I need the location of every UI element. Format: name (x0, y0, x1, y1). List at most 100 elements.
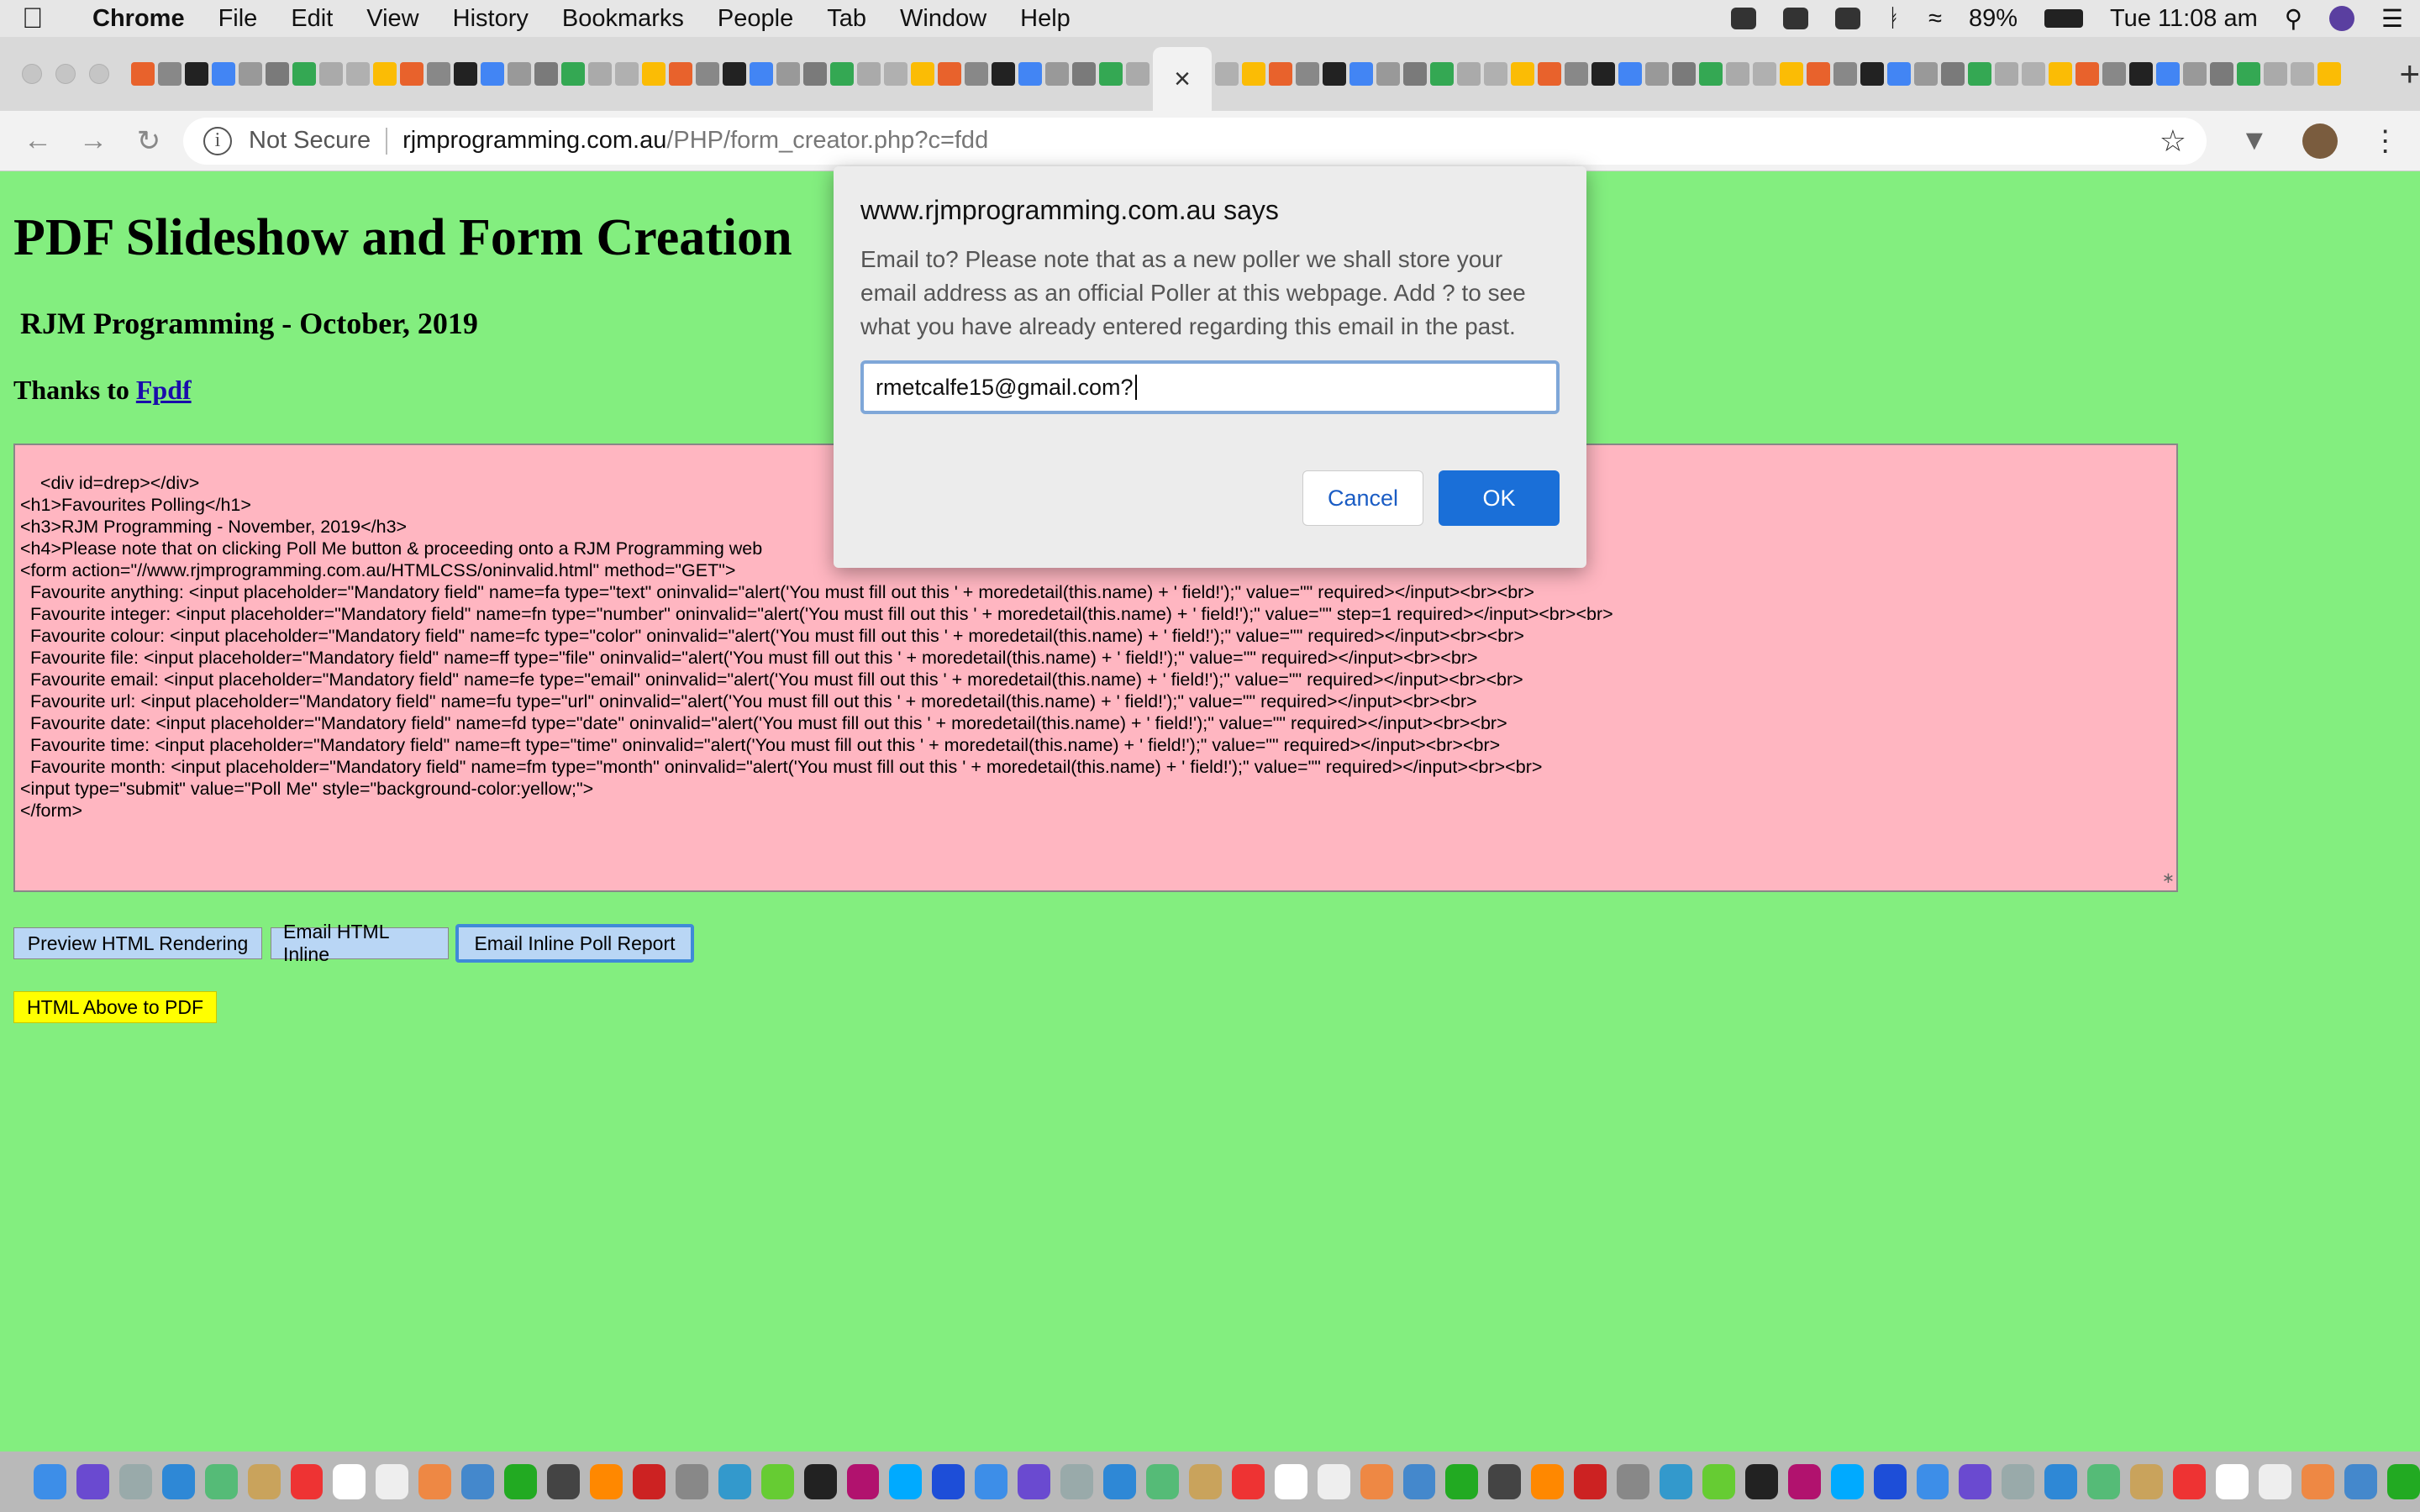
tab-favicon-icon[interactable] (750, 62, 773, 86)
menu-edit[interactable]: Edit (291, 5, 333, 33)
dock-app-icon[interactable] (2130, 1464, 2164, 1499)
tab-favicon-icon[interactable] (2237, 62, 2260, 86)
tab-favicon-icon[interactable] (2102, 62, 2126, 86)
dock-app-icon[interactable] (1402, 1464, 1436, 1499)
tab-favicon-icon[interactable] (1511, 62, 1534, 86)
tab-favicon-icon[interactable] (2210, 62, 2233, 86)
dock-app-icon[interactable] (760, 1464, 794, 1499)
tab-favicon-icon[interactable] (1215, 62, 1239, 86)
dock-app-icon[interactable] (1873, 1464, 1907, 1499)
tab-favicon-icon[interactable] (857, 62, 881, 86)
forward-icon[interactable]: → (66, 124, 121, 157)
dock-app-icon[interactable] (1787, 1464, 1821, 1499)
tab-favicon-icon[interactable] (776, 62, 800, 86)
dock-app-icon[interactable] (718, 1464, 751, 1499)
tab-favicon-icon[interactable] (1833, 62, 1857, 86)
dock-app-icon[interactable] (34, 1464, 66, 1499)
tab-favicon-icon[interactable] (158, 62, 182, 86)
menu-tab[interactable]: Tab (827, 5, 866, 33)
tab-favicon-icon[interactable] (481, 62, 504, 86)
dock-app-icon[interactable] (1360, 1464, 1393, 1499)
tab-favicon-icon[interactable] (2183, 62, 2207, 86)
address-bar[interactable]: i Not Secure rjmprogramming.com.au /PHP/… (183, 117, 2207, 165)
tab-favicon-icon[interactable] (1099, 62, 1123, 86)
tab-favicon-icon[interactable] (1376, 62, 1400, 86)
tab-favicon-icon[interactable] (1807, 62, 1830, 86)
dock-app-icon[interactable] (2044, 1464, 2078, 1499)
tab-favicon-icon[interactable] (1018, 62, 1042, 86)
dock-app-icon[interactable] (1103, 1464, 1136, 1499)
dock-app-icon[interactable] (632, 1464, 666, 1499)
dock-app-icon[interactable] (247, 1464, 281, 1499)
tab-favicon-icon[interactable] (534, 62, 558, 86)
tab-favicon-icon[interactable] (1887, 62, 1911, 86)
wifi-icon[interactable]: ≈ (1928, 5, 1942, 33)
menu-view[interactable]: View (366, 5, 418, 33)
tab-favicon-icon[interactable] (1126, 62, 1150, 86)
tab-favicon-icon[interactable] (615, 62, 639, 86)
tab-favicon-icon[interactable] (1591, 62, 1615, 86)
tab-favicon-icon[interactable] (2075, 62, 2099, 86)
tab-favicon-icon[interactable] (1538, 62, 1561, 86)
dock-app-icon[interactable] (932, 1464, 965, 1499)
siri-icon[interactable] (2329, 6, 2354, 31)
dock-app-icon[interactable] (161, 1464, 195, 1499)
tab-favicon-icon[interactable] (1726, 62, 1749, 86)
dock-app-icon[interactable] (2002, 1464, 2035, 1499)
tab-favicon-icon[interactable] (642, 62, 666, 86)
email-html-inline-button[interactable]: Email HTML Inline (271, 921, 449, 965)
dock-app-icon[interactable] (547, 1464, 580, 1499)
tab-favicon-icon[interactable] (1269, 62, 1292, 86)
dock-app-icon[interactable] (1231, 1464, 1265, 1499)
tab-favicon-icon[interactable] (508, 62, 531, 86)
dock-app-icon[interactable] (1830, 1464, 1864, 1499)
dock-app-icon[interactable] (1660, 1464, 1692, 1499)
tab-favicon-icon[interactable] (1072, 62, 1096, 86)
dock-app-icon[interactable] (376, 1464, 409, 1499)
dock-app-icon[interactable] (2386, 1464, 2420, 1499)
dock-app-icon[interactable] (1574, 1464, 1607, 1499)
tab-favicon-icon[interactable] (1914, 62, 1938, 86)
preview-html-button[interactable]: Preview HTML Rendering (13, 927, 262, 959)
tab-favicon-icon[interactable] (1995, 62, 2018, 86)
dock-app-icon[interactable] (418, 1464, 452, 1499)
tab-favicon-icon[interactable] (1618, 62, 1642, 86)
clock[interactable]: Tue 11:08 am (2110, 5, 2258, 33)
tab-favicon-icon[interactable] (212, 62, 235, 86)
tab-favicon-icon[interactable] (373, 62, 397, 86)
ok-button[interactable]: OK (1439, 470, 1560, 526)
menu-window[interactable]: Window (900, 5, 986, 33)
tab-favicon-icon[interactable] (723, 62, 746, 86)
tab-favicon-icon[interactable] (1699, 62, 1723, 86)
menu-history[interactable]: History (453, 5, 529, 33)
tab-favicon-icon[interactable] (992, 62, 1015, 86)
minimize-window-button[interactable] (55, 64, 76, 84)
tab-favicon-icon[interactable] (2129, 62, 2153, 86)
dock-app-icon[interactable] (118, 1464, 152, 1499)
menu-people[interactable]: People (718, 5, 793, 33)
tab-favicon-icon[interactable] (239, 62, 262, 86)
tab-favicon-icon[interactable] (454, 62, 477, 86)
tab-favicon-icon[interactable] (911, 62, 934, 86)
dock-app-icon[interactable] (504, 1464, 538, 1499)
profile-avatar[interactable] (2302, 123, 2338, 159)
tab-favicon-icon[interactable] (1753, 62, 1776, 86)
tab-favicon-icon[interactable] (803, 62, 827, 86)
tab-favicon-icon[interactable] (938, 62, 961, 86)
tab-favicon-icon[interactable] (965, 62, 988, 86)
tab-favicon-icon[interactable] (1403, 62, 1427, 86)
status-app-icon[interactable] (1730, 8, 1756, 29)
tab-favicon-icon[interactable] (1484, 62, 1507, 86)
bluetooth-icon[interactable]: ᛓ (1887, 5, 1902, 33)
dock-app-icon[interactable] (889, 1464, 923, 1499)
tab-favicon-icon[interactable] (2317, 62, 2341, 86)
tab-favicon-icon[interactable] (1349, 62, 1373, 86)
tab-favicon-icon[interactable] (266, 62, 289, 86)
back-icon[interactable]: ← (10, 124, 66, 157)
dock-app-icon[interactable] (1744, 1464, 1778, 1499)
chrome-menu-icon[interactable]: ⋮ (2371, 124, 2400, 158)
active-tab-close-icon[interactable]: × (1153, 47, 1212, 111)
tab-favicon-icon[interactable] (669, 62, 692, 86)
tab-favicon-icon[interactable] (1296, 62, 1319, 86)
close-window-button[interactable] (22, 64, 42, 84)
